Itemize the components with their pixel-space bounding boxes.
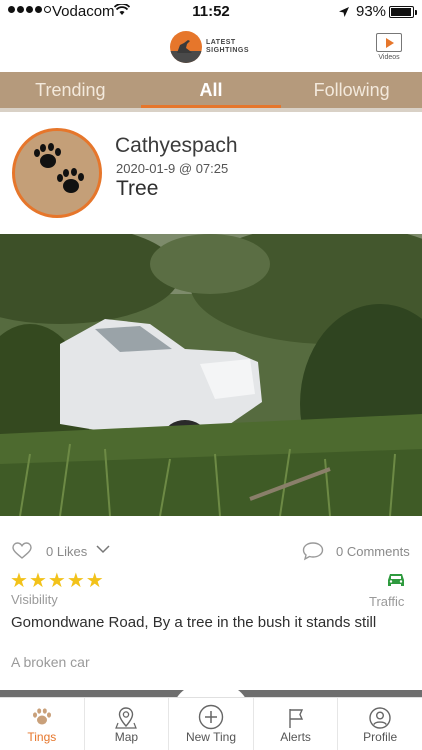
video-play-icon xyxy=(376,33,402,52)
like-button[interactable]: 0 Likes xyxy=(12,542,87,560)
paw-prints-icon xyxy=(34,143,84,193)
star-icon: ★ xyxy=(47,570,66,592)
nav-profile-label: Profile xyxy=(363,730,398,744)
logo-text-line2: SIGHTINGS xyxy=(206,47,250,54)
star-icon: ★ xyxy=(10,570,28,592)
nav-alerts-label: Alerts xyxy=(280,730,311,744)
paw-icon xyxy=(32,708,51,725)
comments-button[interactable]: 0 Comments xyxy=(302,541,410,561)
map-pin-icon xyxy=(115,707,138,729)
comment-bubble-icon xyxy=(302,542,324,561)
post-description: A broken car xyxy=(11,654,90,670)
heart-icon xyxy=(12,542,32,559)
star-icon: ★ xyxy=(28,570,47,592)
visibility-rating: ★ ★ ★ ★ ★ xyxy=(10,571,104,591)
tabs-divider xyxy=(0,108,422,112)
plus-circle-icon xyxy=(198,704,224,730)
comments-count: 0 Comments xyxy=(336,543,410,559)
avatar[interactable] xyxy=(12,128,102,218)
logo-badge-icon xyxy=(170,31,202,63)
post-title: Tree xyxy=(116,177,159,200)
chevron-down-icon[interactable] xyxy=(96,544,110,554)
nav-new-ting[interactable]: New Ting xyxy=(169,698,254,750)
likes-count: 0 Likes xyxy=(46,543,88,559)
latest-sightings-logo[interactable]: LATEST SIGHTINGS xyxy=(170,31,256,63)
feed-tabs: Trending All Following xyxy=(0,72,422,108)
location-arrow-icon xyxy=(339,7,349,17)
star-icon: ★ xyxy=(85,570,104,592)
post-username[interactable]: Cathyespach xyxy=(115,134,238,158)
post-photo[interactable] xyxy=(0,234,422,516)
star-icon: ★ xyxy=(66,570,85,592)
car-icon xyxy=(388,574,404,586)
flag-icon xyxy=(288,709,303,728)
nav-tings[interactable]: Tings xyxy=(0,698,85,750)
tab-all[interactable]: All xyxy=(140,72,282,108)
status-bar: Vodacom 11:52 93% xyxy=(0,0,422,24)
bottom-nav: Tings Map New Ting Alerts Profile xyxy=(0,697,422,750)
nav-map-label: Map xyxy=(114,730,139,744)
tab-trending[interactable]: Trending xyxy=(0,72,141,108)
user-icon xyxy=(369,707,391,729)
post-date: 2020-01-9 @ 07:25 xyxy=(116,161,229,176)
visibility-label: Visibility xyxy=(11,592,58,607)
battery-icon xyxy=(389,6,417,18)
nav-map[interactable]: Map xyxy=(85,698,170,750)
logo-text-line1: LATEST xyxy=(206,39,236,46)
battery-percent: 93% xyxy=(356,3,387,20)
nav-profile[interactable]: Profile xyxy=(338,698,422,750)
tab-following[interactable]: Following xyxy=(281,72,422,108)
videos-label: Videos xyxy=(378,54,400,61)
nav-alerts[interactable]: Alerts xyxy=(254,698,339,750)
app-header: LATEST SIGHTINGS Videos xyxy=(0,24,422,72)
post-location: Gomondwane Road, By a tree in the bush i… xyxy=(11,614,377,631)
category-label: Traffic xyxy=(369,594,405,609)
nav-tings-label: Tings xyxy=(27,730,57,744)
videos-button[interactable]: Videos xyxy=(374,33,404,61)
nav-new-ting-label: New Ting xyxy=(185,730,236,744)
